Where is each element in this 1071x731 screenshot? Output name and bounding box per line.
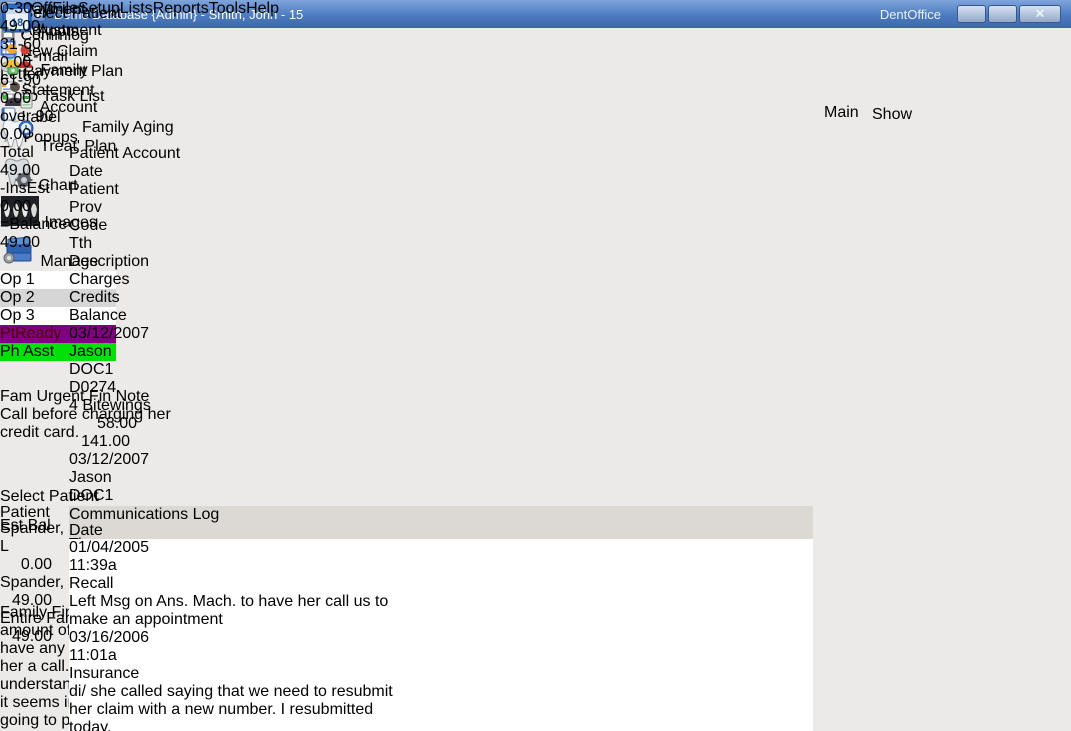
minimize-button[interactable] bbox=[957, 5, 986, 23]
select-patient-box: Select Patient PatientEst Bal Spander, J… bbox=[0, 488, 182, 604]
brand-label: DentOffice bbox=[880, 7, 941, 22]
app-window: ✚ Demo Database {Admin} - Smith, John - … bbox=[0, 0, 1071, 731]
menu-item-tools[interactable]: Tools bbox=[209, 0, 246, 17]
menu-item-help[interactable]: Help bbox=[246, 0, 279, 17]
menu-item-lists[interactable]: Lists bbox=[120, 0, 153, 17]
close-button[interactable]: ✕ bbox=[1019, 5, 1061, 23]
aging-col-31-60: 31-60 0.00 bbox=[0, 36, 58, 72]
close-icon: ✕ bbox=[1035, 6, 1046, 22]
menu-item-reports[interactable]: Reports bbox=[153, 0, 209, 17]
maximize-button[interactable] bbox=[988, 5, 1017, 23]
aging-col-0-30: 0-30 49.00 bbox=[0, 0, 58, 36]
